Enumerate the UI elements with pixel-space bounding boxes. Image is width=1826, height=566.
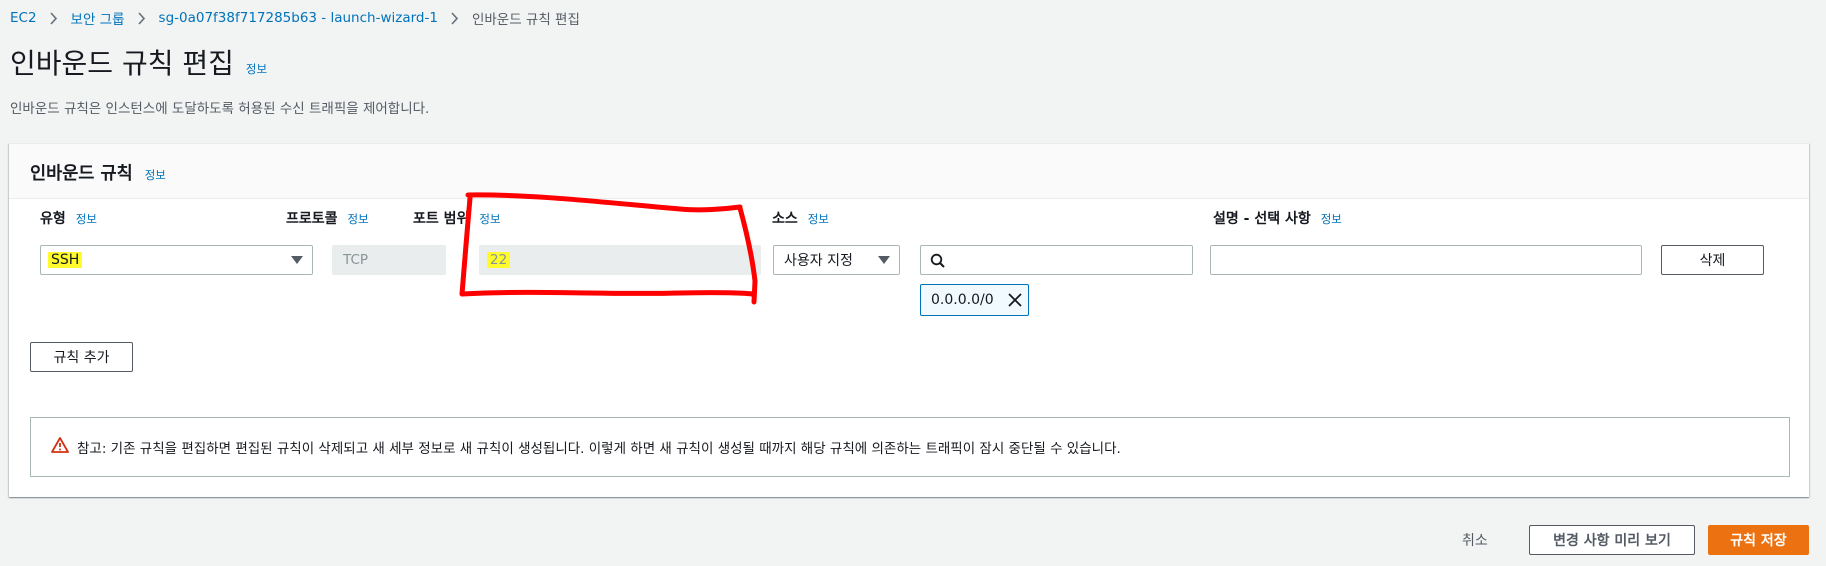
- source-token: 0.0.0.0/0: [920, 284, 1029, 316]
- page-title-text: 인바운드 규칙 편집: [10, 47, 234, 80]
- source-search-input[interactable]: [920, 245, 1193, 275]
- warning-alert: 참고: 기존 규칙을 편집하면 편집된 규칙이 삭제되고 새 세부 정보로 새 …: [30, 417, 1790, 477]
- source-info-link[interactable]: 정보: [808, 211, 829, 227]
- description-column-label: 설명 - 선택 사항 정보: [1213, 208, 1342, 228]
- type-column-label: 유형 정보: [40, 208, 97, 228]
- page-info-link[interactable]: 정보: [246, 61, 267, 77]
- source-column-label: 소스 정보: [772, 208, 829, 228]
- breadcrumb-current: 인바운드 규칙 편집: [471, 12, 580, 28]
- source-token-value: 0.0.0.0/0: [931, 292, 994, 308]
- delete-rule-button[interactable]: 삭제: [1661, 245, 1764, 275]
- description-info-link[interactable]: 정보: [1321, 211, 1342, 227]
- page-description: 인바운드 규칙은 인스턴스에 도달하도록 허용된 수신 트래픽을 제어합니다.: [10, 101, 430, 117]
- source-label: 소스: [772, 211, 798, 227]
- chevron-right-icon: [438, 11, 472, 25]
- add-rule-button[interactable]: 규칙 추가: [30, 342, 133, 372]
- source-type-value: 사용자 지정: [784, 253, 853, 269]
- source-type-select[interactable]: 사용자 지정: [773, 245, 900, 275]
- warning-text: 참고: 기존 규칙을 편집하면 편집된 규칙이 삭제되고 새 세부 정보로 새 …: [77, 441, 1121, 457]
- port-range-label: 포트 범위: [413, 211, 470, 227]
- cancel-link[interactable]: 취소: [1462, 530, 1488, 550]
- protocol-label: 프로토콜: [286, 211, 338, 227]
- search-icon: [930, 253, 946, 273]
- panel-title-text: 인바운드 규칙: [30, 164, 133, 184]
- page-title: 인바운드 규칙 편집 정보: [10, 42, 267, 82]
- preview-changes-button[interactable]: 변경 사항 미리 보기: [1529, 525, 1695, 555]
- description-input[interactable]: [1210, 245, 1642, 275]
- inbound-rules-panel: 인바운드 규칙 정보 유형 정보 프로토콜 정보 포트 범위 정보 소스 정보 …: [9, 143, 1809, 497]
- save-rules-button[interactable]: 규칙 저장: [1708, 525, 1809, 555]
- type-info-link[interactable]: 정보: [76, 211, 97, 227]
- breadcrumb-security-groups[interactable]: 보안 그룹: [71, 8, 125, 28]
- warning-icon: [51, 437, 69, 457]
- port-range-info-link[interactable]: 정보: [479, 211, 500, 227]
- protocol-field: TCP: [332, 245, 446, 275]
- close-icon[interactable]: [1007, 292, 1023, 312]
- breadcrumb: EC2 보안 그룹 sg-0a07f38f717285b63 - launch-…: [10, 8, 580, 28]
- port-range-column-label: 포트 범위 정보: [413, 208, 501, 228]
- type-label: 유형: [40, 211, 66, 227]
- chevron-right-icon: [37, 11, 71, 25]
- protocol-info-link[interactable]: 정보: [348, 211, 369, 227]
- port-range-field: 22: [479, 245, 761, 275]
- protocol-column-label: 프로토콜 정보: [286, 208, 369, 228]
- description-label: 설명 - 선택 사항: [1213, 211, 1311, 227]
- port-range-value: 22: [487, 252, 511, 268]
- breadcrumb-ec2[interactable]: EC2: [10, 10, 37, 26]
- caret-down-icon: [878, 256, 890, 264]
- panel-info-link[interactable]: 정보: [145, 167, 166, 183]
- caret-down-icon: [291, 256, 303, 264]
- panel-title: 인바운드 규칙 정보: [30, 160, 166, 185]
- type-select-value: SSH: [48, 252, 83, 268]
- panel-header: 인바운드 규칙 정보: [9, 144, 1809, 199]
- breadcrumb-security-group[interactable]: sg-0a07f38f717285b63 - launch-wizard-1: [159, 10, 438, 26]
- protocol-value: TCP: [343, 252, 369, 268]
- type-select[interactable]: SSH: [40, 245, 313, 275]
- chevron-right-icon: [125, 11, 159, 25]
